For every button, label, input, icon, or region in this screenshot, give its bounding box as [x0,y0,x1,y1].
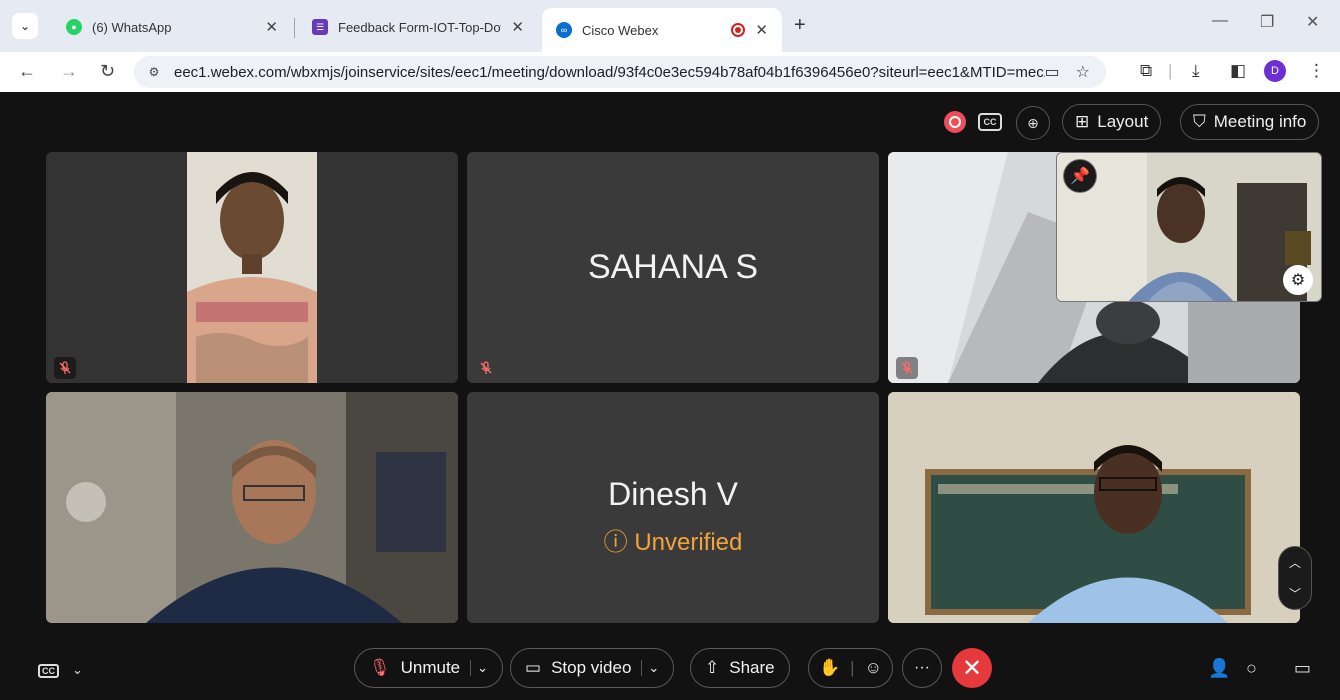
emoji-reaction-icon[interactable]: ☺ [865,658,882,678]
participant-tile[interactable]: Dinesh V ⓘ Unverified [467,392,879,623]
raise-hand-icon[interactable]: ✋ [819,658,840,678]
participant-name: SAHANA S [587,248,759,286]
layout-label: Layout [1097,112,1149,131]
participant-video [46,392,458,623]
extensions-icon[interactable]: ⧉ [1140,61,1152,81]
recording-icon[interactable] [944,111,966,133]
divider: | [850,658,855,677]
cast-icon[interactable]: ▭ [1045,62,1060,82]
stop-video-label: Stop video [551,658,632,677]
unmute-button[interactable]: 🎙 Unmute ⌄ [354,648,504,688]
recording-indicator-icon [731,23,746,37]
download-icon[interactable]: ⤓ [1192,61,1200,81]
chevron-down-icon: ⌄ [72,662,83,677]
unmute-label: Unmute [400,658,461,677]
tab-label: Cisco Webex [582,22,659,38]
participant-tile[interactable] [46,392,458,623]
muted-mic-icon [475,357,497,379]
layout-button[interactable]: ⊞ Layout [1062,104,1162,140]
chat-icon[interactable]: ○ [1246,658,1257,679]
participant-tile[interactable] [888,392,1300,623]
settings-gear-icon[interactable]: ⚙ [1283,265,1313,295]
more-panels-icon[interactable]: ▭ [1294,658,1311,679]
muted-mic-icon: 🎙 [369,658,391,677]
toolbar-divider: | [1168,61,1173,80]
self-view-tile[interactable]: 📌 ⚙ [1056,152,1322,302]
tab-whatsapp[interactable]: ● (6) WhatsApp ✕ [52,8,292,46]
close-tab-icon[interactable]: ✕ [755,21,768,39]
status-label: Unverified [634,529,743,556]
unverified-status: ⓘ Unverified [467,522,879,557]
browser-tab-strip: ⌄ ● (6) WhatsApp ✕ ☰ Feedback Form-IOT-T… [0,0,1340,52]
bookmark-star-icon[interactable]: ☆ [1076,62,1090,82]
meeting-info-label: Meeting info [1213,112,1307,131]
camera-icon: ▭ [525,658,542,677]
meeting-info-button[interactable]: ⛉ Meeting info [1180,104,1320,140]
participant-video [187,152,317,383]
tab-label: Feedback Form-IOT-Top-Down [338,19,502,35]
muted-mic-icon [896,357,918,379]
zoom-icon[interactable]: ⊕ [1016,106,1050,140]
captions-menu-button[interactable]: CC ⌄ [38,658,83,679]
tab-feedback-form[interactable]: ☰ Feedback Form-IOT-Top-Down ✕ [298,8,538,46]
tab-cisco-webex[interactable]: ∞ Cisco Webex ✕ [542,8,782,52]
site-info-icon[interactable]: ⚙ [142,65,166,79]
share-icon: ⇧ [705,658,720,677]
participant-tile[interactable]: SAHANA S [467,152,879,383]
question-circle-icon: ⓘ [603,529,628,556]
browser-menu-icon[interactable]: ⋮ [1308,61,1325,81]
grid-icon: ⊞ [1075,112,1090,131]
tile-scroller[interactable]: ︿ ﹀ [1278,546,1312,610]
participant-video [888,392,1300,623]
whatsapp-icon: ● [66,19,82,35]
closed-captions-icon: CC [38,664,59,678]
participant-tile[interactable] [46,152,458,383]
forms-icon: ☰ [312,19,328,35]
closed-captions-icon[interactable]: CC [978,113,1002,131]
webex-icon: ∞ [556,22,572,38]
share-button[interactable]: ⇧ Share [690,648,790,688]
participants-icon[interactable]: 👤 [1208,658,1230,679]
restore-icon[interactable]: ❐ [1260,12,1274,32]
new-tab-icon[interactable]: + [794,14,806,37]
share-label: Share [729,658,775,677]
reload-icon[interactable]: ↻ [100,61,115,82]
minimize-icon[interactable]: — [1212,12,1228,30]
leave-meeting-button[interactable]: ✕ [952,648,992,688]
chevron-down-icon[interactable]: ⌄ [470,660,488,676]
side-panel-icon[interactable]: ◧ [1230,61,1246,81]
participant-name: Dinesh V [608,476,738,512]
close-tab-icon[interactable]: ✕ [265,18,278,36]
chevron-down-icon[interactable]: ﹀ [1289,585,1301,602]
address-bar[interactable]: ⚙ eec1.webex.com/wbxmjs/joinservice/site… [134,56,1106,88]
muted-mic-icon [54,357,76,379]
more-icon: ··· [914,659,930,676]
close-icon: ✕ [961,654,983,682]
tab-separator [294,18,295,38]
browser-toolbar: ← → ↻ ⚙ eec1.webex.com/wbxmjs/joinservic… [0,52,1340,92]
forward-icon[interactable]: → [60,61,78,82]
shield-icon: ⛉ [1193,112,1206,131]
back-icon[interactable]: ← [18,61,36,82]
chevron-down-icon[interactable]: ⌄ [641,660,659,676]
chevron-up-icon[interactable]: ︿ [1289,554,1301,571]
url-text[interactable]: eec1.webex.com/wbxmjs/joinservice/sites/… [174,64,1045,81]
reactions-group: ✋ | ☺ [808,648,893,688]
more-options-button[interactable]: ··· [902,648,942,688]
profile-avatar[interactable]: D [1264,60,1286,82]
stop-video-button[interactable]: ▭ Stop video ⌄ [510,648,675,688]
close-window-icon[interactable]: ✕ [1306,12,1319,32]
close-tab-icon[interactable]: ✕ [511,18,524,36]
tab-label: (6) WhatsApp [92,19,172,35]
pin-icon[interactable]: 📌 [1063,159,1097,193]
tab-search-dropdown[interactable]: ⌄ [12,13,38,39]
